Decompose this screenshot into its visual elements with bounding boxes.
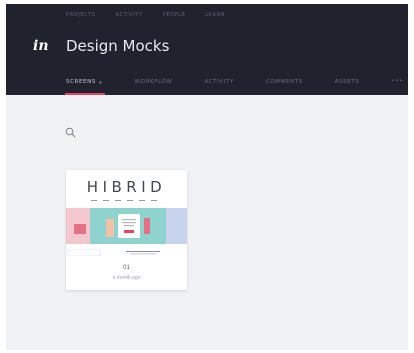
thumbnail-hero-image (66, 208, 187, 244)
project-title: Design Mocks (66, 37, 170, 55)
screen-number: 01 (123, 265, 130, 271)
app-frame: PROJECTS ACTIVITY PEOPLE LEARN in Design… (6, 4, 408, 350)
thumbnail-menu (91, 200, 157, 201)
invision-logo[interactable]: in (33, 38, 49, 54)
nav-people[interactable]: PEOPLE (163, 12, 186, 18)
tab-activity[interactable]: ACTIVITY (204, 79, 233, 85)
project-tabs: SCREENS ▼ WORKFLOW ACTIVITY COMMENTS ASS… (65, 76, 408, 95)
chevron-down-icon: ▼ (98, 79, 103, 85)
tab-screens[interactable]: SCREENS ▼ (65, 79, 105, 95)
tab-assets[interactable]: ASSETS (335, 79, 360, 85)
top-navigation: PROJECTS ACTIVITY PEOPLE LEARN (66, 12, 225, 18)
tab-workflow[interactable]: WORKFLOW (135, 79, 173, 85)
thumbnail-brand: HIBRID (86, 178, 167, 196)
nav-activity[interactable]: ACTIVITY (116, 12, 143, 18)
screen-date: a month ago (112, 275, 141, 281)
tab-screens-label: SCREENS (66, 79, 96, 85)
project-header: PROJECTS ACTIVITY PEOPLE LEARN in Design… (6, 4, 408, 95)
nav-learn[interactable]: LEARN (205, 12, 225, 18)
more-options-icon[interactable]: ••• (391, 76, 403, 85)
screen-card[interactable]: HIBRID 01 a month ago (66, 170, 187, 290)
thumbnail-lower-strip (67, 249, 160, 256)
search-icon[interactable] (65, 125, 76, 138)
nav-projects[interactable]: PROJECTS (66, 12, 96, 18)
screen-thumbnail[interactable]: HIBRID (66, 170, 187, 256)
tab-comments[interactable]: COMMENTS (266, 79, 303, 85)
